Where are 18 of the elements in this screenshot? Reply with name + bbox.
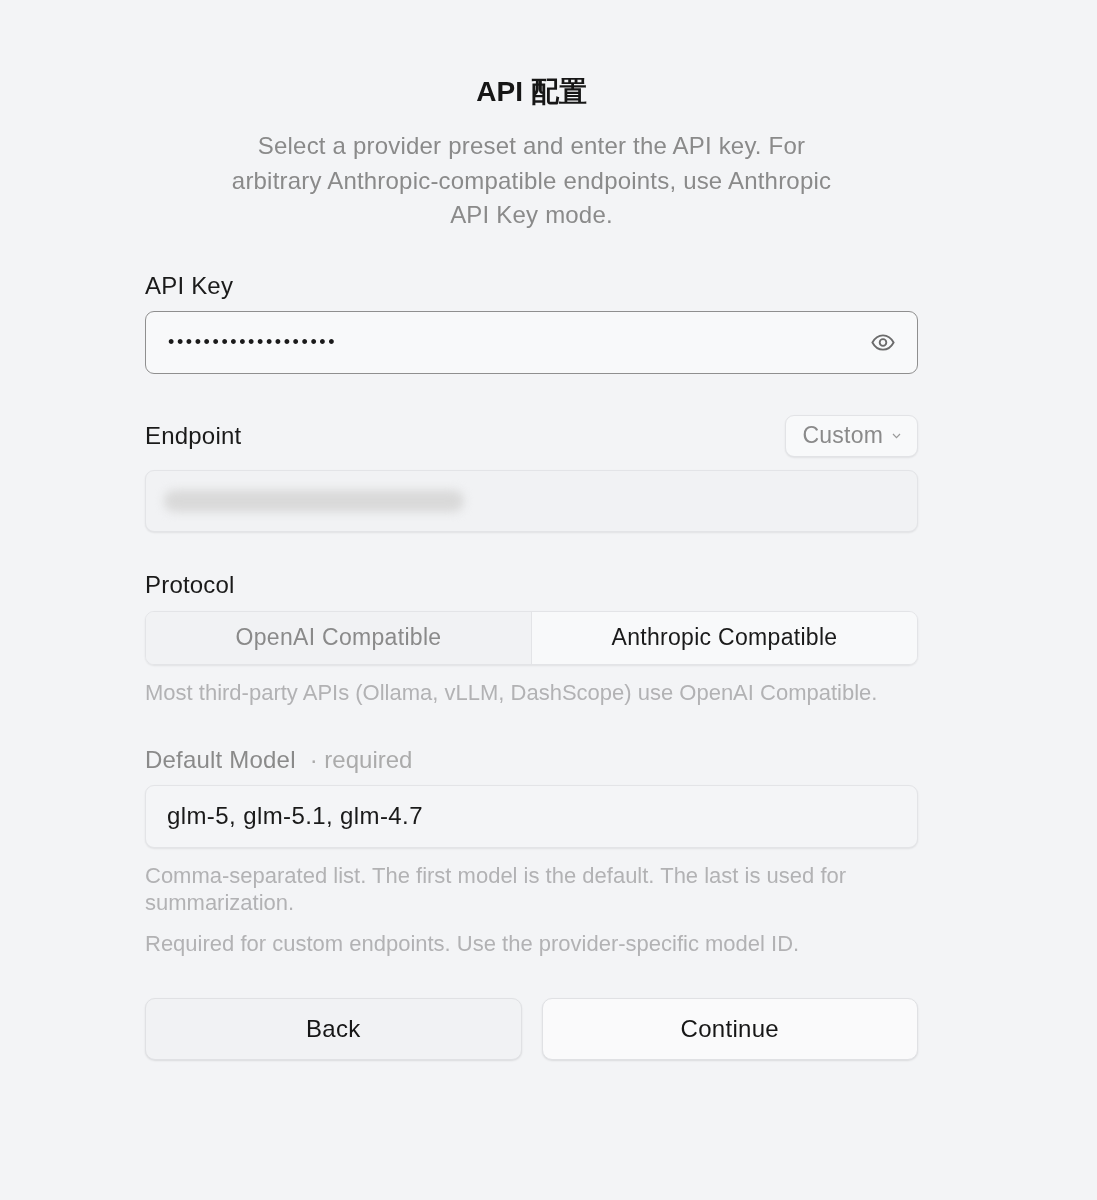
eye-icon[interactable] bbox=[871, 333, 895, 351]
endpoint-field[interactable] bbox=[145, 469, 918, 532]
api-key-field[interactable]: ••••••••••••••••••• bbox=[145, 310, 918, 374]
protocol-option[interactable]: Anthropic Compatible bbox=[531, 611, 917, 664]
field-label: Endpoint bbox=[145, 421, 242, 450]
field-label: Protocol bbox=[145, 570, 235, 599]
back-button[interactable]: Back bbox=[145, 997, 522, 1060]
model-input-field[interactable]: glm-5, glm-5.1, glm-4.7 bbox=[145, 784, 918, 848]
continue-button[interactable]: Continue bbox=[541, 997, 918, 1060]
description-text: Select a provider preset and enter the API key. For arbitrary Anthropic-compatible endpoints, use Anthropic API Key mode. bbox=[230, 131, 833, 230]
required-note: · required bbox=[309, 745, 413, 774]
hint-text: Required for custom endpoints. Use the provider-specific model ID. bbox=[145, 929, 801, 957]
field-label: Default Model bbox=[145, 745, 296, 774]
page-title: API 配置 bbox=[476, 76, 587, 108]
field-label: API Key bbox=[145, 271, 234, 300]
chevron-down-icon bbox=[892, 432, 901, 439]
hint-text: Most third-party APIs (Ollama, vLLM, DashScope) use OpenAI Compatible. bbox=[145, 678, 879, 706]
hint-text: Comma-separated list. The first model is the default. The last is used for summarization. bbox=[145, 861, 848, 916]
